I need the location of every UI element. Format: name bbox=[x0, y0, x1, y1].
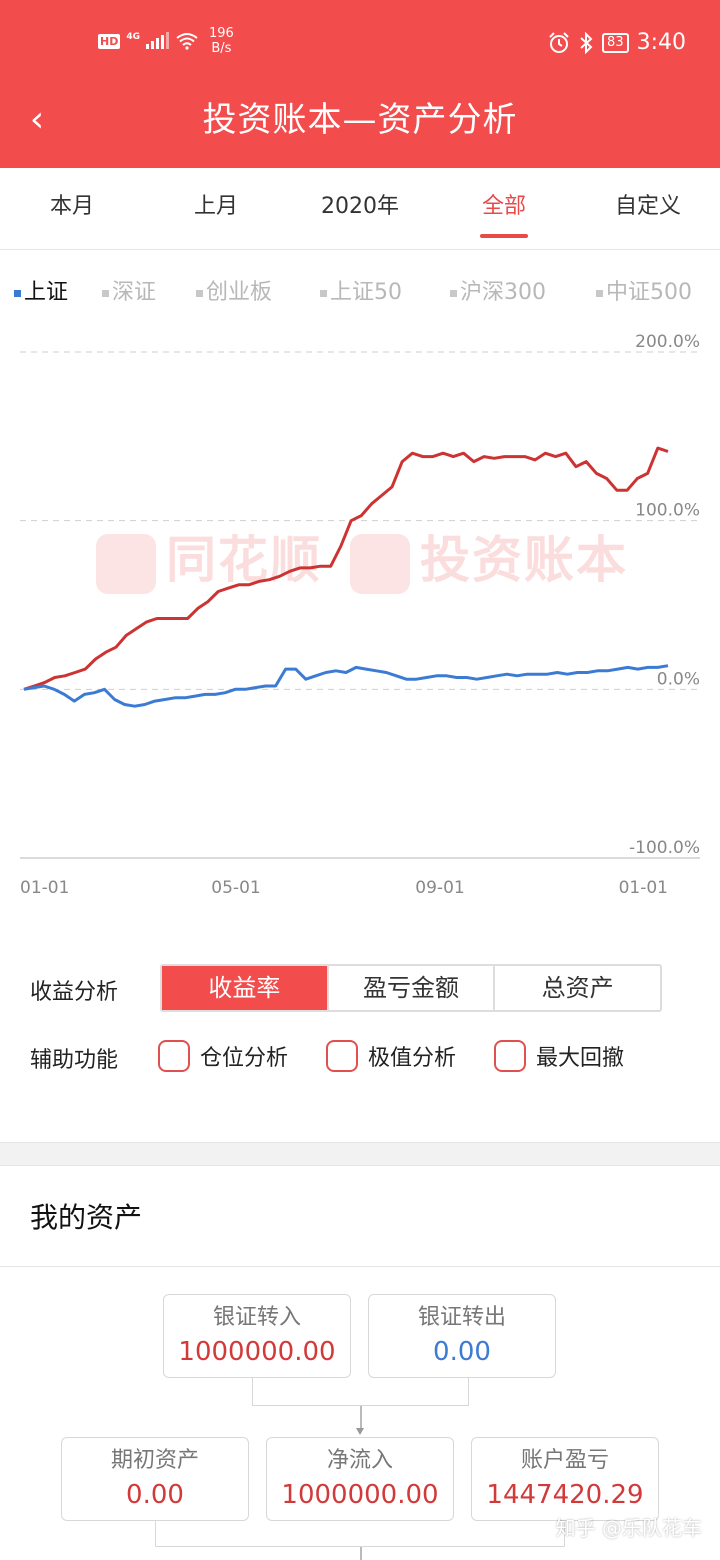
index-label: 沪深300 bbox=[460, 280, 546, 305]
transfer-in-card[interactable]: 银证转入 1000000.00 bbox=[163, 1294, 351, 1378]
option-total-assets[interactable]: 总资产 bbox=[495, 966, 660, 1010]
opening-assets-card[interactable]: 期初资产 0.00 bbox=[61, 1437, 249, 1521]
alarm-icon bbox=[549, 31, 569, 53]
connector-line bbox=[360, 1547, 362, 1560]
tab-last-month[interactable]: 上月 bbox=[144, 192, 288, 222]
index-label: 深证 bbox=[112, 280, 157, 305]
tab-all[interactable]: 全部 bbox=[432, 192, 576, 222]
index-chinext[interactable]: 创业板 bbox=[196, 276, 272, 310]
my-assets-title: 我的资产 bbox=[30, 1201, 143, 1234]
checkbox-label: 极值分析 bbox=[368, 1046, 457, 1071]
analysis-segmented-control: 收益率 盈亏金额 总资产 bbox=[160, 964, 662, 1012]
card-value: 0.00 bbox=[126, 1480, 184, 1510]
legend-marker bbox=[450, 289, 457, 297]
x-tick-label: 05-01 bbox=[211, 878, 260, 898]
checkbox-label: 仓位分析 bbox=[200, 1046, 289, 1071]
index-label: 中证500 bbox=[606, 280, 692, 305]
card-label: 账户盈亏 bbox=[520, 1448, 609, 1473]
arrow-down-icon bbox=[356, 1428, 364, 1435]
y-tick-label: 200.0% bbox=[635, 332, 700, 352]
tab-2020[interactable]: 2020年 bbox=[288, 192, 432, 222]
watermark-credit: 知乎 @乐队花车 bbox=[555, 1516, 702, 1540]
index-selector: 上证 深证 创业板 上证50 沪深300 中证500 bbox=[0, 276, 720, 310]
position-analysis-checkbox[interactable]: 仓位分析 bbox=[158, 1040, 288, 1072]
max-drawdown-checkbox[interactable]: 最大回撤 bbox=[494, 1040, 624, 1072]
legend-marker bbox=[320, 289, 327, 297]
y-tick-label: -100.0% bbox=[629, 838, 700, 858]
section-divider bbox=[0, 1142, 720, 1166]
index-sse[interactable]: 上证 bbox=[14, 276, 68, 310]
tab-this-month[interactable]: 本月 bbox=[0, 192, 144, 222]
index-sse50[interactable]: 上证50 bbox=[320, 276, 402, 310]
net-inflow-card[interactable]: 净流入 1000000.00 bbox=[266, 1437, 454, 1521]
divider bbox=[0, 1266, 720, 1267]
legend-marker bbox=[102, 289, 109, 297]
checkbox-box[interactable] bbox=[326, 1040, 358, 1072]
transfer-out-card[interactable]: 银证转出 0.00 bbox=[368, 1294, 556, 1378]
connector bbox=[155, 1521, 565, 1547]
index-csi500[interactable]: 中证500 bbox=[596, 276, 692, 310]
index-return-line bbox=[23, 664, 669, 708]
net-speed: 196 B/s bbox=[209, 26, 234, 56]
period-tabs: 本月 上月 2020年 全部 自定义 bbox=[0, 168, 720, 250]
index-label: 上证 bbox=[24, 280, 69, 305]
x-tick-label: 01-01 bbox=[619, 878, 668, 898]
status-left: HD 4G 196 B/s bbox=[98, 26, 234, 56]
card-value: 0.00 bbox=[433, 1337, 491, 1367]
y-tick-label: 0.0% bbox=[657, 669, 700, 689]
page-title: 投资账本—资产分析 bbox=[202, 100, 518, 140]
checkbox-box[interactable] bbox=[158, 1040, 190, 1072]
return-chart-svg: 200.0% 100.0% 0.0% -100.0% 01-01 05-01 09-01 01… bbox=[20, 332, 700, 898]
signal-icon bbox=[146, 32, 169, 49]
extreme-analysis-checkbox[interactable]: 极值分析 bbox=[326, 1040, 456, 1072]
option-pnl-amount[interactable]: 盈亏金额 bbox=[329, 966, 496, 1010]
legend-marker bbox=[596, 289, 603, 297]
checkbox-label: 最大回撤 bbox=[536, 1046, 625, 1071]
auxiliary-label: 辅助功能 bbox=[30, 1048, 119, 1073]
clock: 3:40 bbox=[636, 30, 686, 55]
checkbox-box[interactable] bbox=[494, 1040, 526, 1072]
hd-badge: HD bbox=[98, 33, 121, 49]
return-chart[interactable]: 200.0% 100.0% 0.0% -100.0% 01-01 05-01 09-01 01… bbox=[0, 330, 720, 910]
card-value: 1000000.00 bbox=[178, 1337, 336, 1367]
bluetooth-icon bbox=[580, 31, 593, 54]
x-tick-label: 01-01 bbox=[20, 878, 69, 898]
wifi-icon bbox=[176, 33, 198, 50]
option-return-rate[interactable]: 收益率 bbox=[162, 966, 329, 1010]
card-value: 1447420.29 bbox=[486, 1480, 644, 1510]
tab-custom[interactable]: 自定义 bbox=[576, 192, 720, 222]
analysis-label: 收益分析 bbox=[30, 980, 119, 1005]
index-csi300[interactable]: 沪深300 bbox=[450, 276, 546, 310]
connector bbox=[252, 1378, 469, 1406]
battery-icon: 83 bbox=[602, 32, 629, 53]
active-tab-indicator bbox=[480, 234, 528, 238]
x-tick-label: 09-01 bbox=[415, 878, 464, 898]
status-bar: HD 4G 196 B/s 83 3:40 bbox=[0, 22, 720, 66]
account-return-line bbox=[23, 446, 669, 691]
connector-line bbox=[360, 1406, 362, 1428]
legend-marker bbox=[196, 289, 203, 297]
y-tick-label: 100.0% bbox=[635, 501, 700, 521]
card-label: 银证转入 bbox=[212, 1305, 301, 1330]
net-speed-value: 196 bbox=[209, 26, 234, 41]
card-label: 期初资产 bbox=[110, 1448, 199, 1473]
card-value: 1000000.00 bbox=[281, 1480, 439, 1510]
title-row: ‹ 投资账本—资产分析 bbox=[0, 86, 720, 158]
status-right: 83 3:40 bbox=[548, 30, 686, 55]
network-type: 4G bbox=[126, 32, 140, 42]
card-label: 净流入 bbox=[326, 1448, 393, 1473]
index-label: 创业板 bbox=[206, 280, 273, 305]
net-speed-unit: B/s bbox=[211, 41, 232, 56]
battery-level: 83 bbox=[607, 34, 624, 50]
account-pnl-card[interactable]: 账户盈亏 1447420.29 bbox=[471, 1437, 659, 1521]
index-label: 上证50 bbox=[330, 280, 402, 305]
card-label: 银证转出 bbox=[417, 1305, 506, 1330]
legend-marker bbox=[14, 289, 21, 297]
app-header: HD 4G 196 B/s 83 3:40 ‹ 投资账本—资产分析 bbox=[0, 0, 720, 168]
index-szse[interactable]: 深证 bbox=[102, 276, 156, 310]
